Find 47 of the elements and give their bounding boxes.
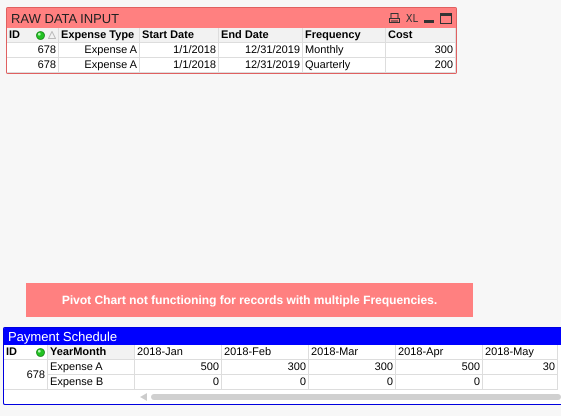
table-cell: 200 xyxy=(386,58,456,73)
table-cell: 1/1/2018 xyxy=(140,58,219,73)
column-header[interactable]: 2018-Feb xyxy=(222,345,309,360)
table-cell: 30 xyxy=(483,360,558,375)
column-header[interactable]: Start Date xyxy=(140,28,219,43)
status-dot-icon xyxy=(36,30,45,40)
table-cell: 12/31/2019 xyxy=(219,43,303,58)
column-header[interactable]: 2018-Jan xyxy=(135,345,222,360)
table-cell: 300 xyxy=(386,43,456,58)
printer-icon[interactable] xyxy=(388,12,400,24)
table-cell: Expense B xyxy=(48,375,135,390)
column-header[interactable]: 2018-Mar xyxy=(309,345,396,360)
table-cell: Expense A xyxy=(59,43,140,58)
table-cell: 0 xyxy=(309,375,396,390)
table-cell: Expense A xyxy=(48,360,135,375)
table-cell: 500 xyxy=(396,360,483,375)
column-header-text: ID xyxy=(6,345,18,359)
table-cell: Monthly xyxy=(303,43,386,58)
table-cell: 678 xyxy=(7,43,59,58)
column-header[interactable]: 2018-Apr xyxy=(396,345,483,360)
export-excel-button[interactable]: XL xyxy=(406,12,418,24)
column-header[interactable]: Cost xyxy=(386,28,456,43)
table-cell: 300 xyxy=(309,360,396,375)
table-cell: 500 xyxy=(135,360,222,375)
panel-title: RAW DATA INPUT xyxy=(11,10,120,26)
table-cell: 678 xyxy=(4,360,48,390)
column-header[interactable]: ID xyxy=(7,28,59,43)
table-cell: 12/31/2019 xyxy=(219,58,303,73)
panel-title: Payment Schedule xyxy=(4,328,561,345)
status-dot-icon xyxy=(36,348,45,356)
table-cell: 300 xyxy=(222,360,309,375)
column-header[interactable]: YearMonth xyxy=(48,345,135,360)
column-header[interactable]: Frequency xyxy=(303,28,386,43)
table-cell: 678 xyxy=(7,58,59,73)
table-cell: 0 xyxy=(396,375,483,390)
table-cell: 1/1/2018 xyxy=(140,43,219,58)
table-cell: Expense A xyxy=(59,58,140,73)
table-cell: 0 xyxy=(135,375,222,390)
sort-triangle-icon xyxy=(48,31,56,39)
column-header-text: ID xyxy=(9,28,21,42)
column-header[interactable]: Expense Type xyxy=(59,28,140,43)
warning-banner: Pivot Chart not functioning for records with multiple Frequencies. xyxy=(26,283,473,317)
maximize-icon[interactable] xyxy=(440,12,452,24)
table-cell: 0 xyxy=(222,375,309,390)
column-header[interactable]: End Date xyxy=(219,28,303,43)
column-header[interactable]: 2018-May xyxy=(483,345,558,360)
table-cell: Quarterly xyxy=(303,58,386,73)
